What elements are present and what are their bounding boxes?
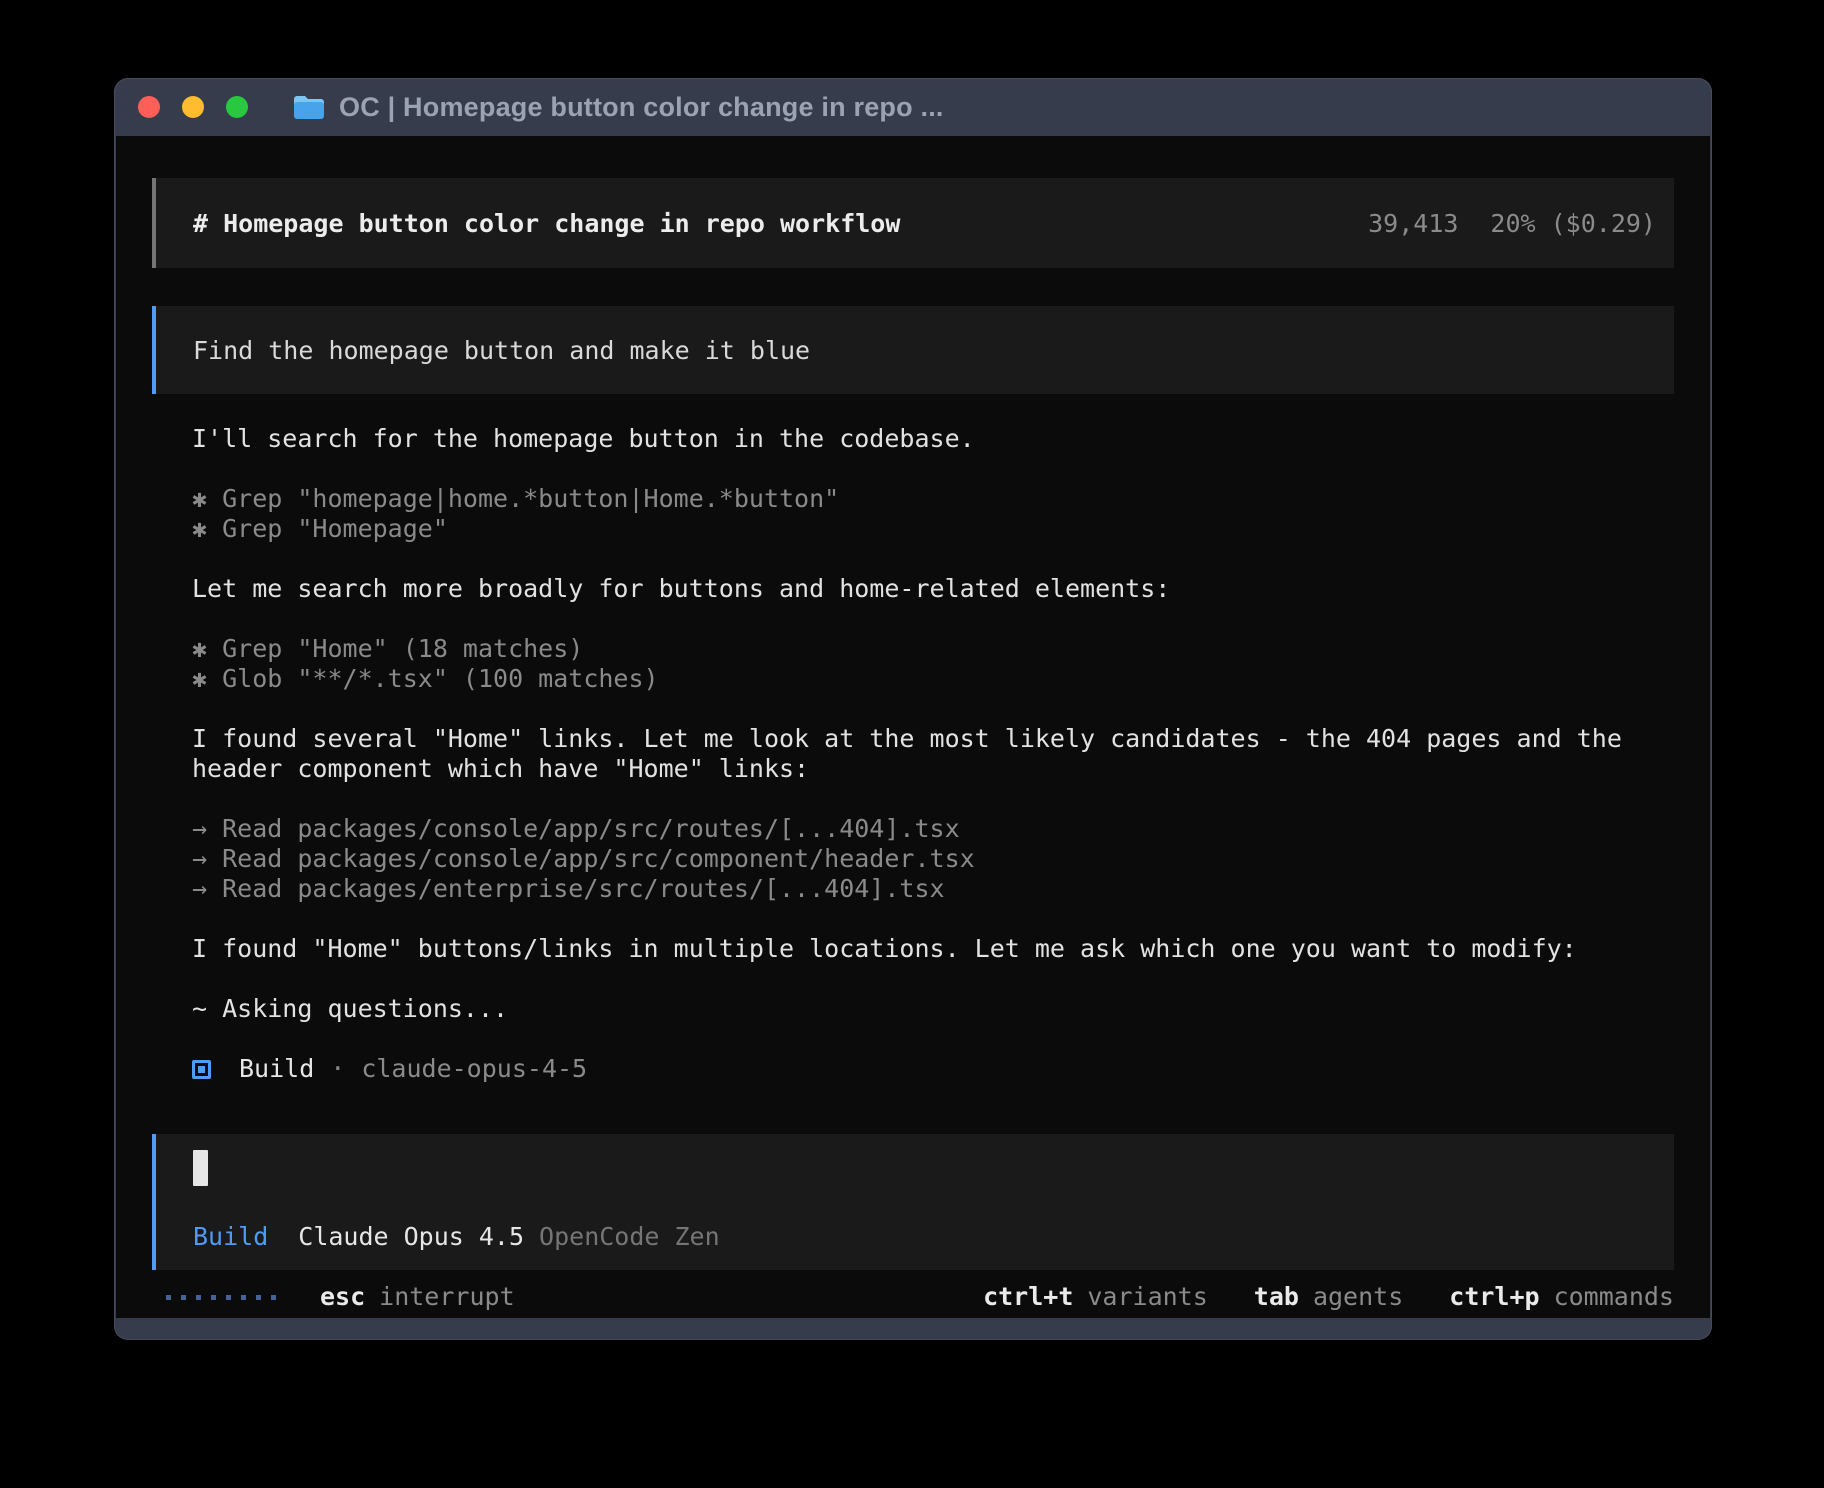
desktop: OC | Homepage button color change in rep… [0, 0, 1824, 1488]
input-status-line: Build Claude Opus 4.5 OpenCode Zen [193, 1222, 1637, 1252]
minimize-button[interactable] [182, 96, 204, 118]
context-cost: 20% ($0.29) [1490, 209, 1656, 238]
user-message-text: Find the homepage button and make it blu… [193, 336, 810, 365]
assistant-block: ~ Asking questions... [192, 994, 1654, 1024]
session-header: # Homepage button color change in repo w… [152, 178, 1674, 268]
assistant-block: I found several "Home" links. Let me loo… [192, 724, 1654, 784]
input-model-label[interactable]: Claude Opus 4.5 [298, 1222, 524, 1251]
assistant-block: ✱ Grep "Home" (18 matches)✱ Glob "**/*.t… [192, 634, 1654, 694]
input-provider-label: OpenCode Zen [539, 1222, 720, 1251]
traffic-lights [138, 96, 248, 118]
agent-status-row: Build · claude-opus-4-5 [152, 1054, 1674, 1084]
assistant-block: I'll search for the homepage button in t… [192, 424, 1654, 454]
window-title: OC | Homepage button color change in rep… [339, 92, 944, 123]
token-count: 39,413 [1368, 209, 1458, 238]
window-titlebar[interactable]: OC | Homepage button color change in rep… [116, 78, 1710, 136]
session-meta: 39,413 20% ($0.29) [1368, 209, 1656, 238]
input-agent-label[interactable]: Build [193, 1222, 268, 1251]
prompt-input[interactable]: Build Claude Opus 4.5 OpenCode Zen [152, 1134, 1674, 1270]
assistant-blocks: I'll search for the homepage button in t… [152, 424, 1674, 1024]
status-bar: esc interrupt ctrl+tvariantstabagentsctr… [152, 1282, 1674, 1312]
shortcut-agents: tabagents [1254, 1282, 1403, 1312]
agent-build-icon [192, 1060, 211, 1079]
esc-action-label: interrupt [379, 1282, 514, 1312]
progress-dots [166, 1295, 276, 1300]
agent-model: claude-opus-4-5 [361, 1054, 587, 1084]
shortcut-variants: ctrl+tvariants [983, 1282, 1208, 1312]
assistant-block: → Read packages/console/app/src/routes/[… [192, 814, 1654, 904]
terminal-content: # Homepage button color change in repo w… [116, 136, 1710, 1318]
close-button[interactable] [138, 96, 160, 118]
session-title: # Homepage button color change in repo w… [193, 209, 900, 238]
assistant-block: ✱ Grep "homepage|home.*button|Home.*butt… [192, 484, 1654, 544]
assistant-block: I found "Home" buttons/links in multiple… [192, 934, 1654, 964]
text-cursor [193, 1150, 208, 1186]
shortcut-hints: ctrl+tvariants tabagents ctrl+pcommands [983, 1282, 1674, 1312]
separator-dot: · [330, 1054, 345, 1084]
assistant-block: Let me search more broadly for buttons a… [192, 574, 1654, 604]
zoom-button[interactable] [226, 96, 248, 118]
folder-icon [292, 94, 326, 121]
agent-name: Build [239, 1054, 314, 1084]
user-message: Find the homepage button and make it blu… [152, 306, 1674, 394]
terminal-window: OC | Homepage button color change in rep… [114, 78, 1712, 1340]
shortcut-commands: ctrl+pcommands [1449, 1282, 1674, 1312]
esc-key-hint: esc [320, 1282, 365, 1312]
